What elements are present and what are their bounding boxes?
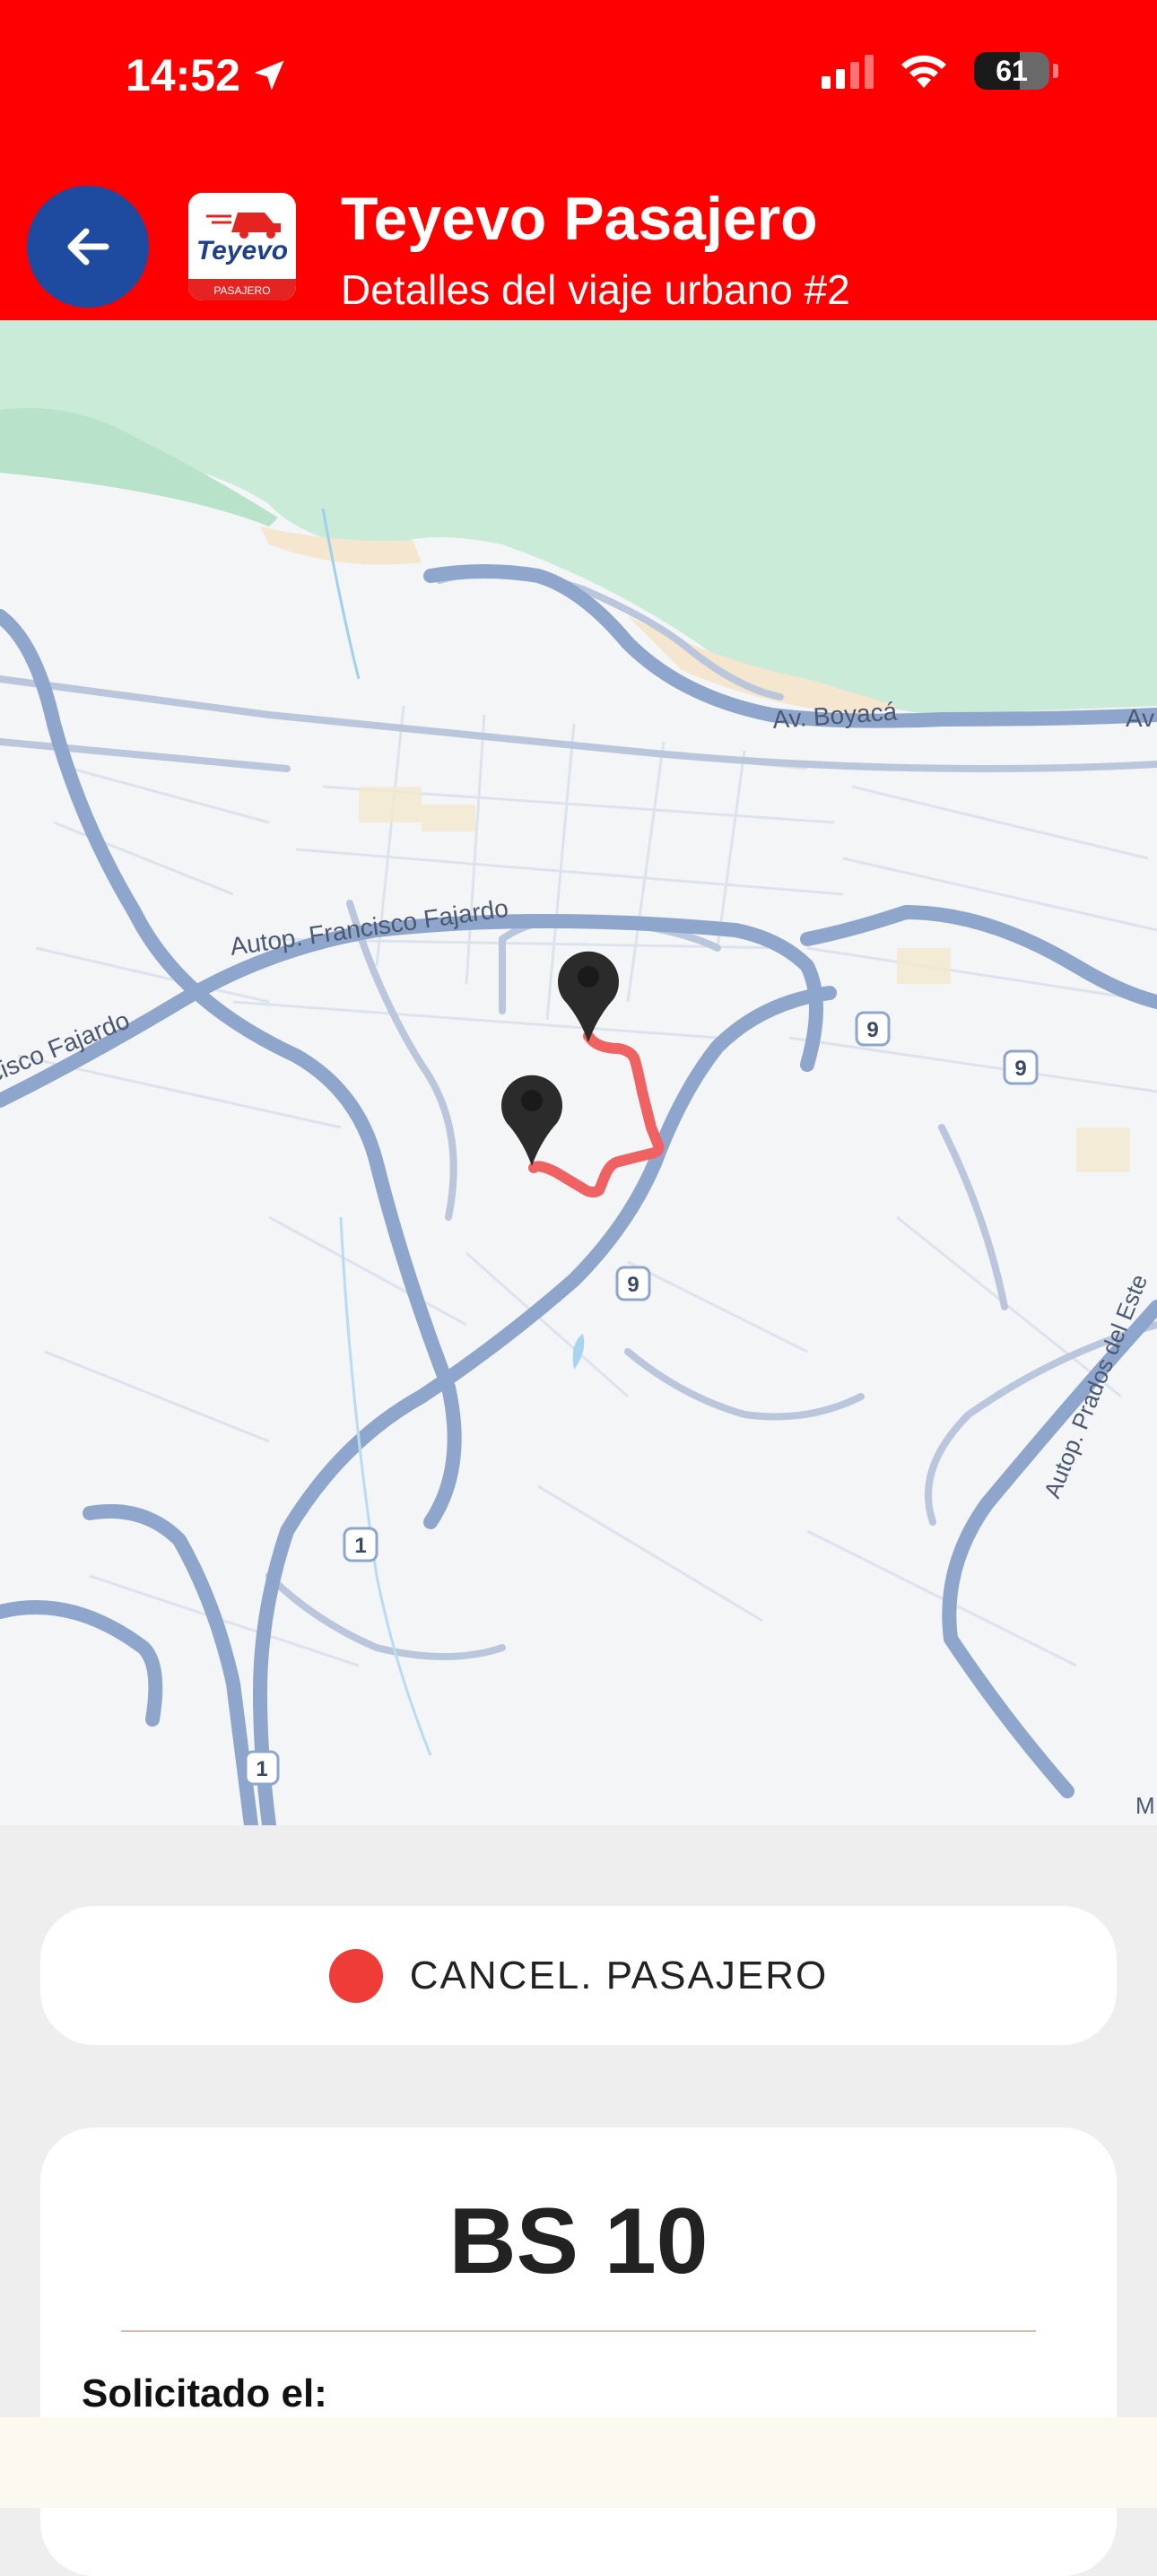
arrow-left-icon	[67, 228, 109, 265]
status-indicators: 61	[822, 52, 1058, 90]
road-label-av: Av	[1126, 704, 1154, 732]
svg-text:1: 1	[354, 1534, 366, 1558]
status-time: 14:52	[126, 49, 289, 101]
trip-status-text: CANCEL. PASAJERO	[409, 1953, 829, 1997]
app-header: 14:52 61 Teyevo PASAJERO Teyevo Pasajero…	[0, 0, 1157, 320]
svg-text:1: 1	[256, 1757, 267, 1781]
divider	[121, 2330, 1036, 2332]
svg-text:Teyevo: Teyevo	[196, 236, 288, 265]
road-label-prados: Autop. Prados del Este	[1039, 1270, 1153, 1501]
page-title: Teyevo Pasajero	[341, 185, 818, 253]
back-button[interactable]	[27, 186, 149, 308]
dropoff-marker-icon	[501, 1075, 562, 1166]
trip-map[interactable]: 9 9 9 1 1 Av. Boyacá Av Autop. Francisco…	[0, 320, 1157, 1825]
wifi-icon	[901, 55, 946, 88]
map-label-edge: M	[1135, 1792, 1155, 1819]
requested-on-label: Solicitado el:	[82, 2371, 327, 2415]
cellular-signal-icon	[822, 53, 874, 89]
battery-icon: 61	[974, 52, 1049, 90]
battery-level: 61	[996, 54, 1028, 87]
status-dot-icon	[328, 1948, 383, 2003]
svg-text:9: 9	[627, 1273, 639, 1297]
svg-text:9: 9	[1014, 1057, 1026, 1081]
bottom-safe-area	[0, 2417, 1157, 2508]
svg-text:PASAJERO: PASAJERO	[213, 284, 270, 297]
park-area	[0, 320, 1157, 715]
svg-text:9: 9	[866, 1018, 878, 1042]
clock: 14:52	[126, 50, 240, 100]
app-logo: Teyevo PASAJERO	[188, 193, 296, 300]
trip-status-card: CANCEL. PASAJERO	[40, 1906, 1117, 2045]
location-arrow-icon	[254, 60, 284, 91]
page-subtitle: Detalles del viaje urbano #2	[341, 266, 850, 313]
trip-details-card: BS 10 Solicitado el:	[40, 2128, 1117, 2576]
trip-price: BS 10	[448, 2189, 709, 2293]
